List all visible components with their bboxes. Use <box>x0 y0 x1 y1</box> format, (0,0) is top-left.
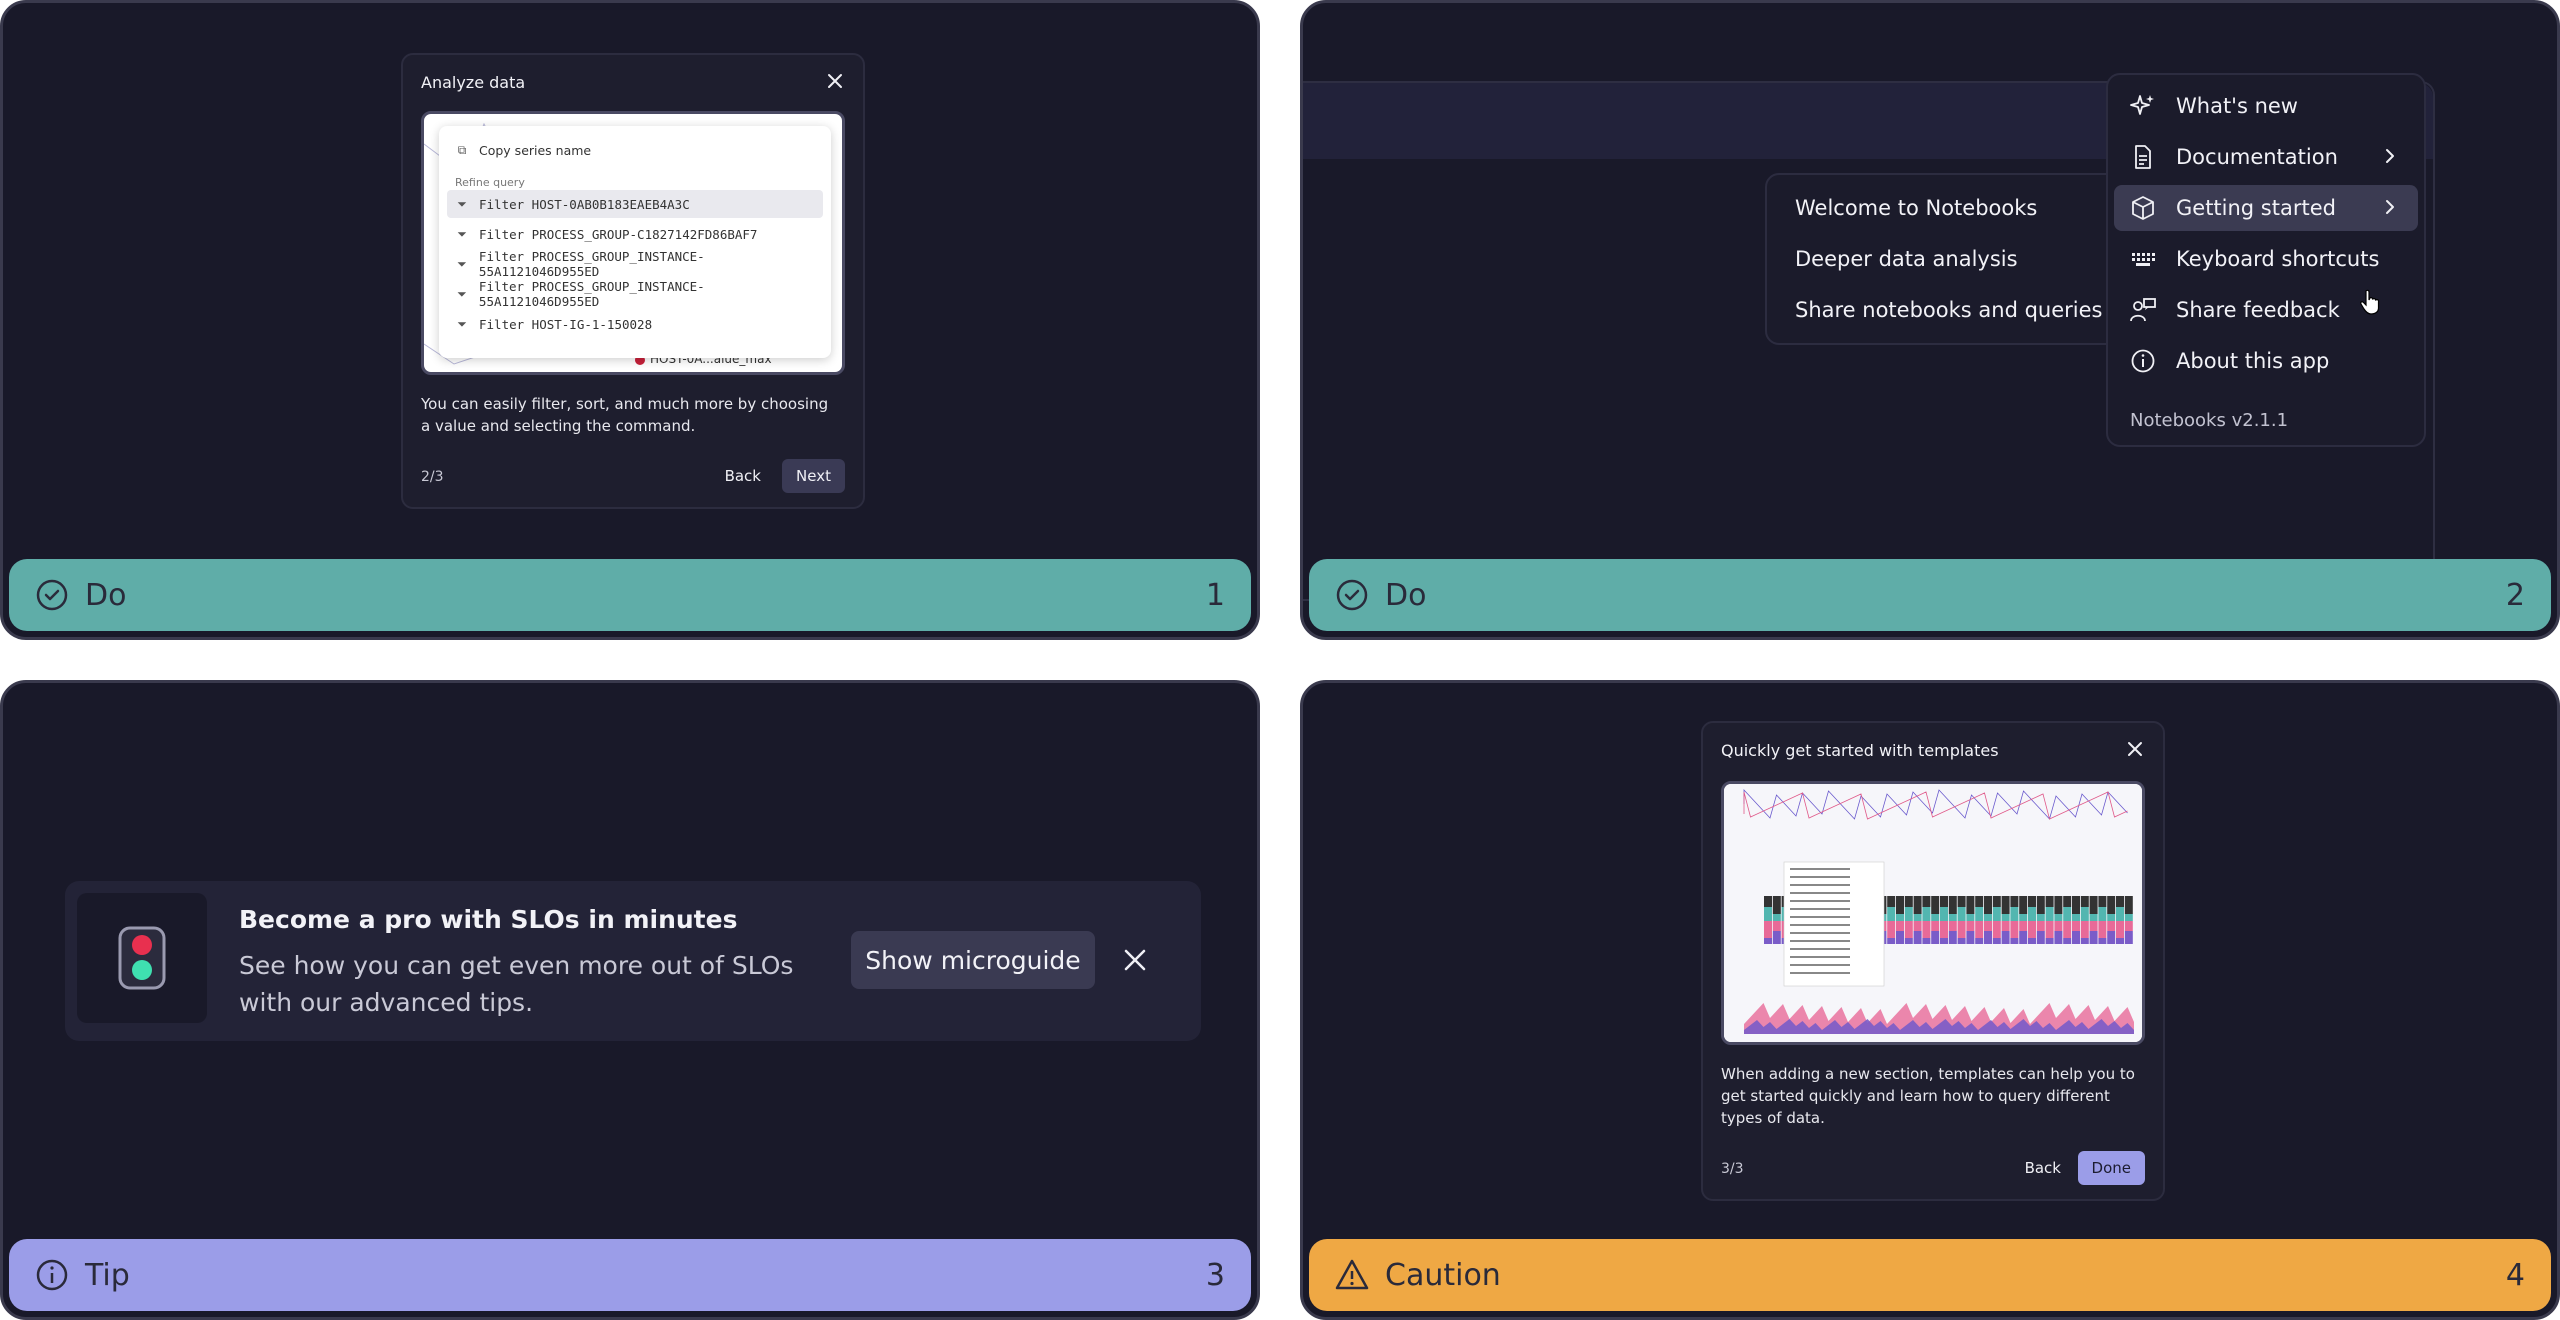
menu-item-documentation[interactable]: Documentation <box>2114 134 2418 180</box>
tour-illustration: HOST-0A...alue_max ⧉ Copy series name Re… <box>421 111 845 375</box>
footer-number: 2 <box>2505 577 2525 613</box>
example-card-3: Become a pro with SLOs in minutes See ho… <box>0 680 1260 1320</box>
menu-item-keyboard-shortcuts[interactable]: Keyboard shortcuts <box>2114 236 2418 282</box>
show-microguide-button[interactable]: Show microguide <box>851 931 1095 989</box>
microguide-banner: Become a pro with SLOs in minutes See ho… <box>65 881 1201 1041</box>
done-button[interactable]: Done <box>2077 1151 2145 1185</box>
footer-number: 4 <box>2505 1257 2525 1293</box>
chevron-right-icon <box>2386 149 2394 163</box>
filter-item[interactable]: ⏷ Filter PROCESS_GROUP_INSTANCE-55A11210… <box>447 279 823 309</box>
tour-step-counter: 2/3 <box>421 469 444 485</box>
example-card-4: Quickly get started with templates When … <box>1300 680 2560 1320</box>
card-footer-tip: Tip 3 <box>9 1239 1251 1311</box>
filter-item[interactable]: ⏷ Filter PROCESS_GROUP-C1827142FD86BAF7 <box>447 220 823 248</box>
chevron-right-icon <box>2386 200 2394 214</box>
traffic-light-icon <box>118 926 166 990</box>
banner-description: See how you can get even more out of SLO… <box>239 951 794 1017</box>
filter-item[interactable]: ⏷ Filter PROCESS_GROUP_INSTANCE-55A11210… <box>447 249 823 279</box>
menu-item-about[interactable]: About this app <box>2114 338 2418 384</box>
card-footer-caution: Caution 4 <box>1309 1239 2551 1311</box>
templates-screenshot <box>1724 784 2142 1042</box>
close-icon[interactable] <box>825 71 845 91</box>
menu-item-whats-new[interactable]: What's new <box>2114 83 2418 129</box>
filter-item[interactable]: ⏷ Filter HOST-0AB0B183EAEB4A3C <box>447 190 823 218</box>
feedback-icon <box>2130 298 2156 322</box>
filter-item[interactable]: ⏷ Filter HOST-IG-1-150028 <box>447 310 823 338</box>
tour-description: You can easily filter, sort, and much mo… <box>421 395 829 435</box>
submenu-item-share-notebooks[interactable]: Share notebooks and queries <box>1773 287 2112 333</box>
filter-icon: ⏷ <box>457 316 467 331</box>
menu-section-label: Refine query <box>455 176 525 189</box>
footer-number: 3 <box>1205 1257 1225 1293</box>
filter-icon: ⏷ <box>457 286 467 301</box>
close-icon[interactable] <box>1120 945 1150 975</box>
banner-illustration <box>77 893 207 1023</box>
footer-label: Do <box>1385 577 1427 613</box>
filter-icon: ⏷ <box>457 226 467 241</box>
example-card-2: Welcome to Notebooks Deeper data analysi… <box>1300 0 2560 640</box>
footer-label: Tip <box>85 1257 130 1293</box>
keyboard-icon <box>2132 253 2155 266</box>
next-button[interactable]: Next <box>782 459 845 493</box>
guided-tour-popover: Analyze data HOST-0A...alue_max ⧉ Copy s… <box>401 53 865 509</box>
back-button[interactable]: Back <box>2015 1151 2071 1185</box>
getting-started-submenu: Welcome to Notebooks Deeper data analysi… <box>1765 173 2120 345</box>
tour-step-counter: 3/3 <box>1721 1161 1744 1177</box>
document-icon <box>2135 145 2151 169</box>
sparkle-icon <box>2130 95 2154 115</box>
tour-description: When adding a new section, templates can… <box>1721 1065 2135 1127</box>
close-icon[interactable] <box>2125 739 2145 759</box>
submenu-item-welcome[interactable]: Welcome to Notebooks <box>1773 185 2112 231</box>
app-version: Notebooks v2.1.1 <box>2130 410 2289 431</box>
tour-title: Analyze data <box>421 73 526 92</box>
footer-label: Do <box>85 577 127 613</box>
check-circle-icon <box>1336 579 1368 611</box>
back-button[interactable]: Back <box>715 459 771 493</box>
help-menu: What's new Documentation Getting started… <box>2106 73 2426 447</box>
warning-icon <box>1335 1259 1369 1290</box>
box-icon <box>2132 196 2154 220</box>
info-icon <box>36 1259 68 1291</box>
guided-tour-popover: Quickly get started with templates When … <box>1701 721 2165 1201</box>
footer-label: Caution <box>1385 1257 1501 1293</box>
submenu-item-deeper-analysis[interactable]: Deeper data analysis <box>1773 236 2112 282</box>
filter-icon: ⏷ <box>457 196 467 211</box>
hand-cursor-icon <box>2360 289 2380 315</box>
context-menu: ⧉ Copy series name Refine query ⏷ Filter… <box>439 126 831 358</box>
tour-title: Quickly get started with templates <box>1721 741 1999 760</box>
menu-item-getting-started[interactable]: Getting started <box>2114 185 2418 231</box>
tour-illustration <box>1721 781 2145 1045</box>
card-footer-do: Do 2 <box>1309 559 2551 631</box>
banner-title: Become a pro with SLOs in minutes <box>239 905 738 934</box>
footer-number: 1 <box>1205 577 1225 613</box>
info-icon <box>2131 349 2155 373</box>
check-circle-icon <box>36 579 68 611</box>
copy-icon: ⧉ <box>457 142 467 157</box>
filter-icon: ⏷ <box>457 256 467 271</box>
copy-series-name-item[interactable]: ⧉ Copy series name <box>447 136 823 164</box>
card-footer-do: Do 1 <box>9 559 1251 631</box>
example-card-1: Analyze data HOST-0A...alue_max ⧉ Copy s… <box>0 0 1260 640</box>
